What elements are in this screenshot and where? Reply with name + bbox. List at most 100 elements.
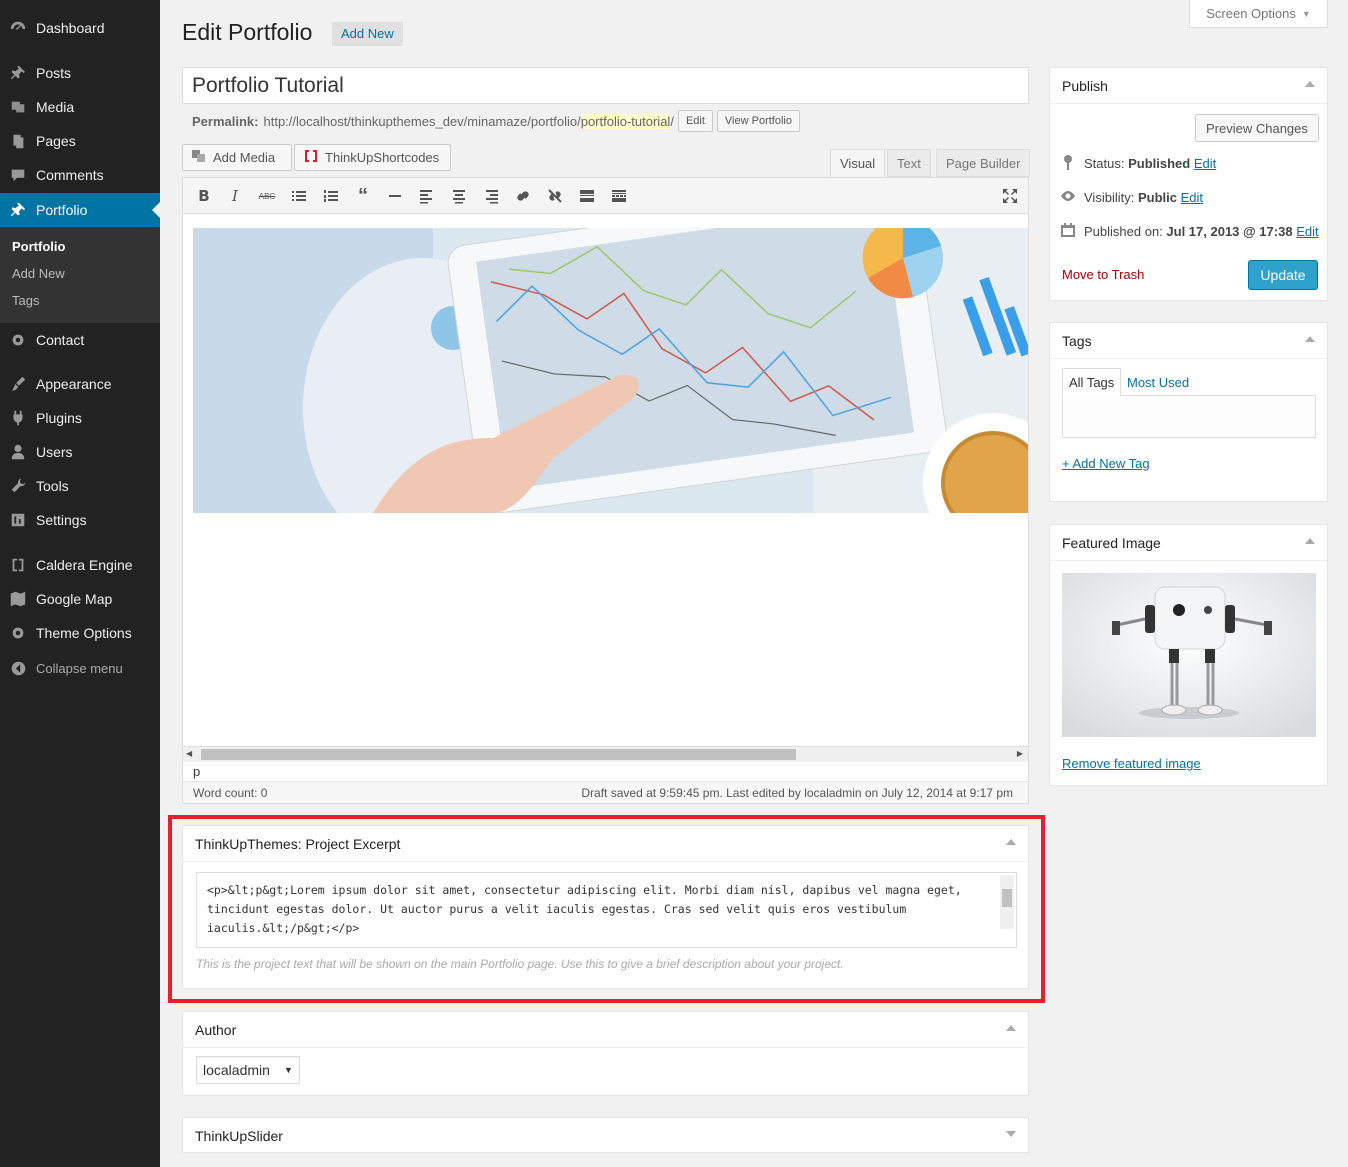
tab-visual[interactable]: Visual [830, 149, 886, 177]
sidebar-item-label: Settings [36, 512, 87, 528]
submenu-item-add-new[interactable]: Add New [12, 266, 65, 281]
tags-panel [1062, 395, 1316, 438]
edit-date-link[interactable]: Edit [1296, 224, 1318, 239]
sidebar-item-label: Portfolio [36, 202, 88, 218]
bold-icon[interactable]: B [193, 186, 215, 206]
editor-toolbar: B I ABC “ [183, 178, 1028, 214]
tab-all-tags[interactable]: All Tags [1062, 368, 1122, 396]
tags-tabs: All Tags Most Used [1062, 368, 1316, 438]
featured-image-header[interactable]: Featured Image [1050, 525, 1327, 561]
horizontal-scrollbar[interactable]: ◀ ▶ [183, 746, 1028, 762]
sidebar-item-posts[interactable]: Posts [0, 56, 160, 90]
sidebar-item-appearance[interactable]: Appearance [0, 367, 160, 401]
sidebar-item-pages[interactable]: Pages [0, 124, 160, 158]
scroll-right-arrow-icon[interactable]: ▶ [1017, 749, 1023, 758]
collapse-menu-button[interactable]: Collapse menu [0, 656, 160, 680]
editor-content-area[interactable] [183, 214, 1028, 746]
horizontal-line-icon[interactable] [384, 186, 406, 206]
sidebar-item-theme-options[interactable]: Theme Options [0, 616, 160, 650]
chevron-down-icon: ▼ [1301, 8, 1311, 19]
italic-icon[interactable]: I [224, 186, 246, 206]
sidebar-item-label: Posts [36, 65, 72, 81]
submenu-item-portfolio[interactable]: Portfolio [12, 239, 65, 254]
preview-changes-button[interactable]: Preview Changes [1195, 114, 1319, 142]
edit-status-link[interactable]: Edit [1194, 156, 1216, 171]
post-title-input[interactable]: Portfolio Tutorial [182, 67, 1029, 104]
edit-visibility-link[interactable]: Edit [1181, 190, 1203, 205]
sidebar-item-media[interactable]: Media [0, 90, 160, 124]
collapse-arrow-icon[interactable] [1305, 336, 1315, 342]
editor-status-bar: Word count: 0 Draft saved at 9:59:45 pm.… [183, 781, 1028, 803]
link-icon[interactable] [512, 186, 534, 206]
update-button[interactable]: Update [1248, 260, 1318, 290]
add-media-button[interactable]: Add Media [182, 144, 292, 171]
sidebar-item-label: Plugins [36, 410, 82, 426]
toolbar-toggle-icon[interactable] [608, 186, 630, 206]
visibility-value: Public [1137, 190, 1177, 205]
fullscreen-icon[interactable] [999, 186, 1021, 206]
expand-arrow-icon[interactable] [1006, 1131, 1016, 1137]
tab-most-used[interactable]: Most Used [1121, 368, 1195, 396]
sidebar-item-contact[interactable]: Contact [0, 323, 160, 357]
pin-icon [0, 201, 36, 219]
permalink-end: / [670, 113, 674, 129]
submenu-item-tags[interactable]: Tags [12, 293, 39, 308]
blockquote-icon[interactable]: “ [352, 185, 374, 207]
permalink-slug[interactable]: portfolio-tutorial [580, 113, 671, 129]
remove-featured-image-link[interactable]: Remove featured image [1062, 756, 1201, 771]
bullet-list-icon[interactable] [288, 186, 310, 206]
author-select[interactable]: localadmin ▼ [196, 1056, 300, 1084]
collapse-arrow-icon[interactable] [1305, 81, 1315, 87]
highlight-frame [168, 815, 1045, 1003]
scrollbar-thumb[interactable] [201, 749, 796, 760]
user-icon [0, 443, 36, 461]
author-selected-value: localadmin [203, 1062, 270, 1078]
tags-header[interactable]: Tags [1050, 323, 1327, 359]
author-header[interactable]: Author [183, 1012, 1028, 1048]
sidebar-item-google-map[interactable]: Google Map [0, 582, 160, 616]
tags-title: Tags [1062, 332, 1092, 349]
add-new-tag-link[interactable]: + Add New Tag [1062, 456, 1150, 471]
permalink-base: http://localhost/thinkupthemes_dev/minam… [263, 113, 581, 129]
shortcodes-button[interactable]: ThinkUpShortcodes [294, 144, 451, 171]
sidebar-item-users[interactable]: Users [0, 435, 160, 469]
sidebar-item-caldera-engine[interactable]: Caldera Engine [0, 548, 160, 582]
calendar-icon [1060, 222, 1076, 241]
publish-box: Publish Preview Changes Status: Publishe… [1049, 67, 1328, 301]
add-media-label: Add Media [213, 150, 276, 165]
pin-icon [1060, 154, 1076, 173]
edit-permalink-button[interactable]: Edit [677, 110, 713, 132]
sidebar-item-tools[interactable]: Tools [0, 469, 160, 503]
align-right-icon[interactable] [480, 186, 502, 206]
word-count: Word count: 0 [193, 785, 268, 800]
shortcode-bracket-icon [303, 148, 319, 167]
featured-image-thumbnail[interactable] [1062, 573, 1316, 737]
publish-title: Publish [1062, 77, 1108, 94]
view-portfolio-button[interactable]: View Portfolio [716, 110, 800, 132]
align-left-icon[interactable] [416, 186, 438, 206]
strikethrough-icon[interactable]: ABC [256, 186, 278, 206]
unlink-icon[interactable] [544, 186, 566, 206]
sidebar-item-settings[interactable]: Settings [0, 503, 160, 537]
publish-header[interactable]: Publish [1050, 68, 1327, 104]
add-new-button[interactable]: Add New [332, 22, 403, 46]
tab-text[interactable]: Text [887, 149, 931, 177]
align-center-icon[interactable] [448, 186, 470, 206]
collapse-menu-label: Collapse menu [36, 660, 123, 676]
move-to-trash-link[interactable]: Move to Trash [1062, 267, 1144, 282]
sidebar-item-plugins[interactable]: Plugins [0, 401, 160, 435]
thinkupslider-header[interactable]: ThinkUpSlider [183, 1118, 1028, 1154]
tab-page-builder[interactable]: Page Builder [936, 149, 1031, 177]
sidebar-item-comments[interactable]: Comments [0, 158, 160, 192]
collapse-arrow-icon[interactable] [1006, 1025, 1016, 1031]
screen-options-button[interactable]: Screen Options ▼ [1189, 0, 1328, 28]
numbered-list-icon[interactable] [320, 186, 342, 206]
sidebar-item-portfolio[interactable]: Portfolio [0, 193, 160, 227]
sidebar-item-label: Media [36, 99, 75, 115]
pages-icon [0, 132, 36, 150]
read-more-icon[interactable] [576, 186, 598, 206]
collapse-arrow-icon[interactable] [1305, 538, 1315, 544]
scroll-left-arrow-icon[interactable]: ◀ [186, 749, 192, 758]
portfolio-submenu: Portfolio Add New Tags [0, 227, 160, 323]
sidebar-item-dashboard[interactable]: Dashboard [0, 11, 160, 45]
